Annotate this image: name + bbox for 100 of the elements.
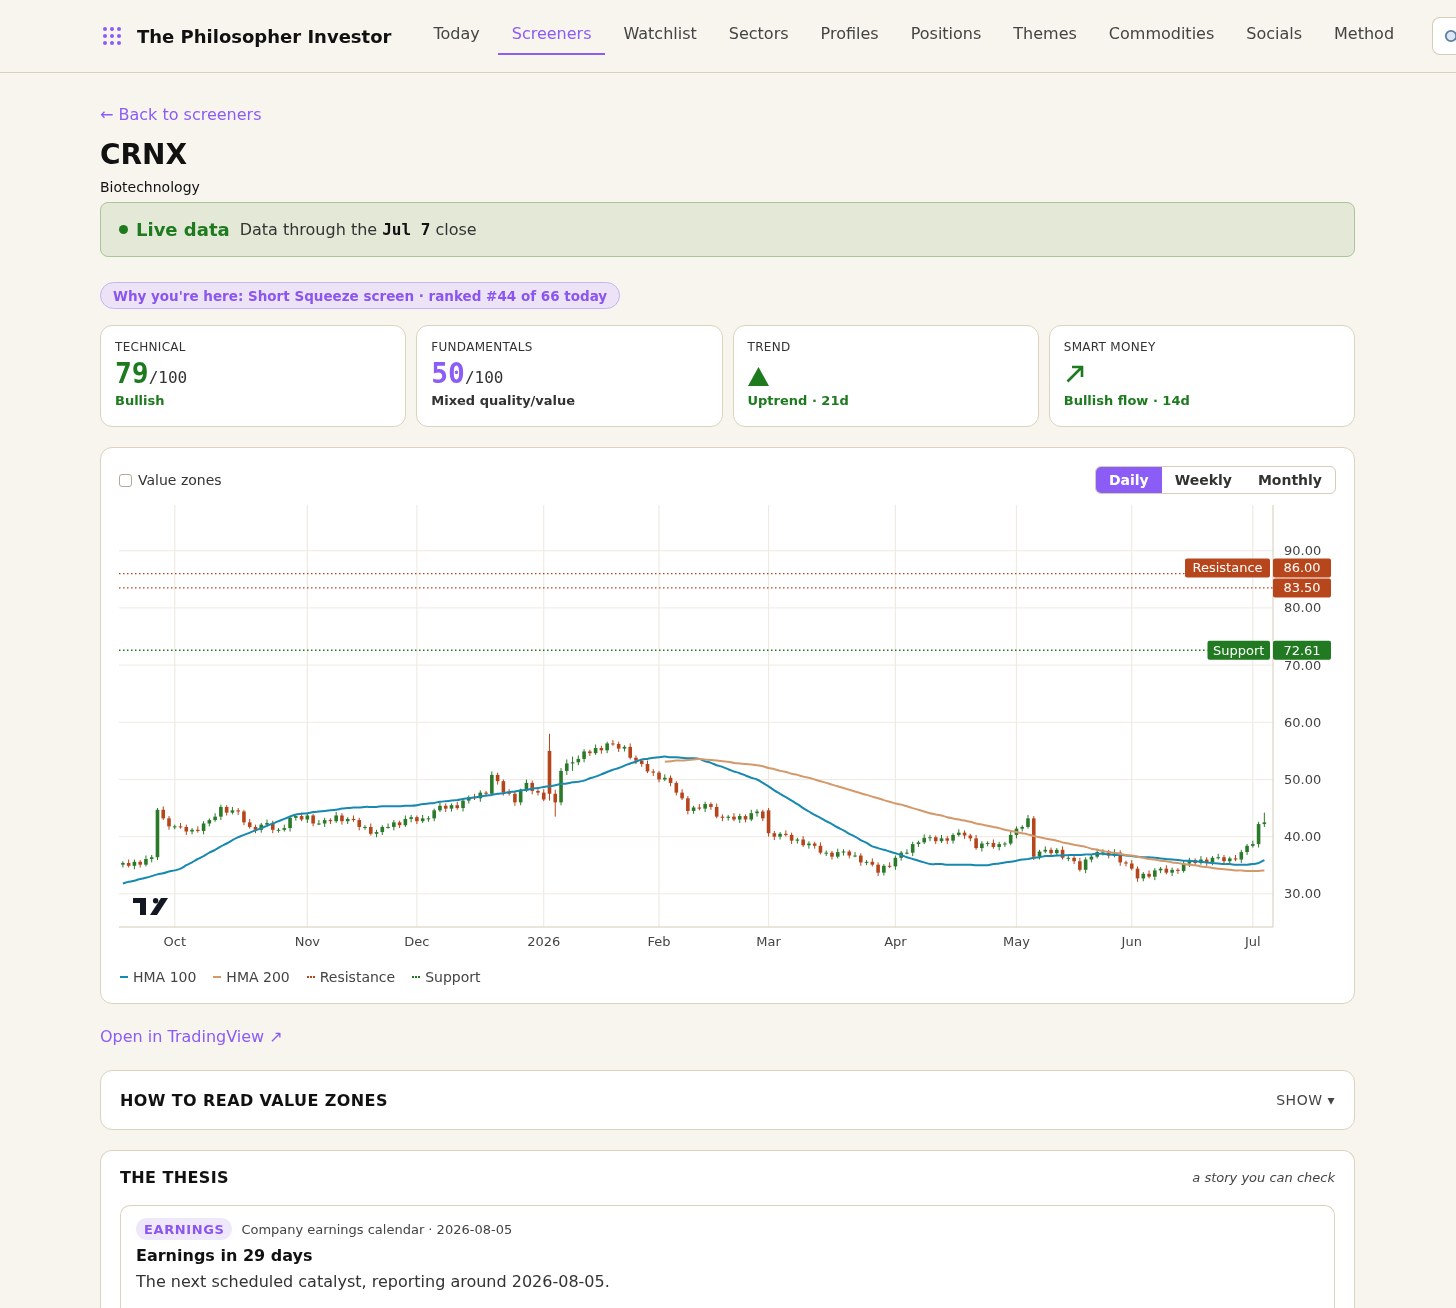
nav-tab[interactable]: Sectors bbox=[714, 14, 803, 55]
candlestick bbox=[905, 848, 909, 855]
candlestick bbox=[1170, 867, 1174, 877]
nav-tab[interactable]: Today bbox=[419, 14, 494, 55]
section-title: THE THESIS bbox=[120, 1167, 230, 1187]
nav-tab[interactable]: Profiles bbox=[806, 14, 893, 55]
section-subtitle: a story you can check bbox=[1192, 1169, 1335, 1185]
candlestick bbox=[490, 770, 494, 796]
card-label: FUNDAMENTALS bbox=[431, 339, 533, 355]
x-axis-label: Mar bbox=[756, 934, 781, 949]
candlestick bbox=[409, 814, 413, 823]
catalyst-headline: Earnings in 29 days bbox=[136, 1245, 313, 1267]
nav-tab[interactable]: Screeners bbox=[497, 14, 606, 55]
status-dot-icon bbox=[119, 225, 128, 234]
back-link[interactable]: ← Back to screeners bbox=[100, 105, 262, 125]
brand-name: The Philosopher Investor bbox=[137, 25, 392, 47]
status-text: Data through the Jul 7 close bbox=[239, 220, 477, 239]
open-chart-link[interactable]: Open in TradingView ↗ bbox=[100, 1027, 283, 1047]
nav-tab[interactable]: Method bbox=[1320, 14, 1409, 55]
checkbox-label: Value zones bbox=[138, 472, 222, 488]
candlestick bbox=[703, 801, 707, 813]
candlestick bbox=[830, 850, 834, 861]
candlestick bbox=[1003, 841, 1007, 848]
candlestick bbox=[755, 808, 759, 818]
nav-tab[interactable]: Themes bbox=[999, 14, 1091, 55]
catalyst-description: The next scheduled catalyst, reporting around 2026-08-05. bbox=[136, 1271, 610, 1293]
timeframe-tab[interactable]: Monthly bbox=[1244, 467, 1335, 493]
legend-label: Support bbox=[425, 969, 481, 985]
price-tag: 83.50 bbox=[1273, 578, 1331, 598]
x-axis-label: Oct bbox=[163, 934, 186, 949]
industry-label: Biotechnology bbox=[100, 179, 200, 196]
card-label: TECHNICAL bbox=[115, 339, 186, 355]
candlestick bbox=[438, 801, 442, 813]
candlestick bbox=[213, 812, 217, 823]
candlestick bbox=[415, 815, 419, 825]
card-label: TREND bbox=[747, 339, 791, 355]
y-axis-label: 90.00 bbox=[1284, 543, 1322, 559]
candlestick bbox=[611, 739, 615, 747]
card-label: SMART MONEY bbox=[1063, 339, 1156, 355]
candlestick bbox=[882, 863, 886, 877]
x-axis-label: May bbox=[1003, 934, 1030, 949]
nav-tab[interactable]: Commodities bbox=[1094, 14, 1229, 55]
nav-tab[interactable]: Positions bbox=[896, 14, 996, 55]
x-axis-label: Jul bbox=[1245, 934, 1261, 949]
chart-logo-icon bbox=[133, 898, 168, 915]
candlestick bbox=[1245, 843, 1249, 856]
x-axis-label: Feb bbox=[647, 934, 671, 949]
candlestick bbox=[1147, 869, 1151, 879]
x-axis-label: Dec bbox=[404, 934, 430, 949]
section-title: HOW TO READ VALUE ZONES bbox=[120, 1090, 388, 1110]
card-note: Uptrend · 21d bbox=[747, 393, 849, 409]
show-toggle[interactable]: SHOW ▾ bbox=[1276, 1092, 1335, 1108]
price-tag: 86.00 bbox=[1273, 558, 1331, 578]
timeframe-tab[interactable]: Weekly bbox=[1161, 467, 1245, 493]
candlestick bbox=[657, 770, 661, 783]
score-value: 79 bbox=[115, 359, 149, 389]
candlestick bbox=[1072, 855, 1076, 865]
category-tag: EARNINGS bbox=[136, 1218, 233, 1240]
nav-tab[interactable]: Socials bbox=[1232, 14, 1317, 55]
candlestick bbox=[317, 819, 321, 826]
candlestick bbox=[928, 834, 932, 842]
candlestick bbox=[1176, 867, 1180, 875]
card-note: Bullish flow · 14d bbox=[1063, 393, 1190, 409]
candlestick bbox=[853, 851, 857, 858]
candlestick bbox=[686, 795, 690, 815]
y-axis-label: 60.00 bbox=[1284, 714, 1322, 730]
score-max: /100 bbox=[464, 368, 504, 387]
x-axis-label: Nov bbox=[294, 934, 321, 949]
legend-label: HMA 200 bbox=[226, 969, 290, 985]
y-axis-label: 70.00 bbox=[1284, 657, 1322, 673]
status-label: Live data bbox=[136, 219, 230, 240]
level-label-tag: Support bbox=[1207, 640, 1270, 660]
y-axis-label: 50.00 bbox=[1284, 771, 1322, 787]
timeframe-tab[interactable]: Daily bbox=[1095, 467, 1162, 493]
candlestick bbox=[680, 788, 684, 801]
candlestick bbox=[784, 829, 788, 838]
candlestick bbox=[778, 831, 782, 841]
ref-line-label: Resistance bbox=[1192, 560, 1263, 576]
candlestick bbox=[484, 790, 488, 798]
value-zones-checkbox[interactable] bbox=[119, 473, 132, 487]
y-axis-label: 80.00 bbox=[1284, 600, 1322, 616]
y-axis-label: 30.00 bbox=[1284, 886, 1322, 902]
candlestick bbox=[951, 832, 955, 845]
candlestick bbox=[265, 819, 269, 827]
x-axis-label: Jun bbox=[1121, 934, 1142, 949]
candlestick bbox=[190, 827, 194, 835]
price-tag: 72.61 bbox=[1273, 640, 1331, 660]
candlestick bbox=[553, 789, 558, 818]
search-button[interactable] bbox=[1432, 17, 1456, 55]
source-text: Company earnings calendar · 2026-08-05 bbox=[241, 1221, 513, 1237]
legend-label: HMA 100 bbox=[133, 969, 197, 985]
candlestick bbox=[196, 825, 200, 834]
candlestick bbox=[536, 788, 540, 796]
x-axis-label: Apr bbox=[884, 934, 907, 949]
nav-tab[interactable]: Watchlist bbox=[609, 14, 711, 55]
score-value: 50 bbox=[431, 359, 465, 389]
y-axis-label: 40.00 bbox=[1284, 829, 1322, 845]
search-icon bbox=[1444, 28, 1456, 44]
level-label-tag: Resistance bbox=[1185, 558, 1270, 578]
card-note: Mixed quality/value bbox=[431, 393, 576, 409]
